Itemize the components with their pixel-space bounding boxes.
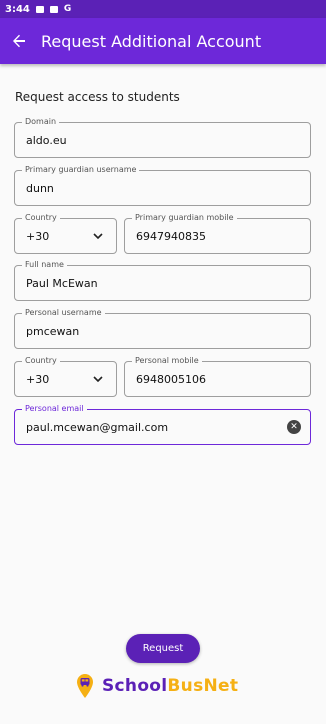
personal-mobile-label: Personal mobile: [132, 355, 202, 367]
guardian-mobile-value: 6947940835: [136, 230, 206, 243]
personal-email-label: Personal email: [22, 403, 87, 415]
guardian-username-value: dunn: [26, 182, 54, 195]
personal-username-value: pmcewan: [26, 325, 80, 338]
app-bar: Request Additional Account: [0, 18, 326, 64]
personal-mobile-value: 6948005106: [136, 373, 206, 386]
domain-field[interactable]: Domain aldo.eu: [14, 116, 311, 158]
guardian-mobile-field[interactable]: Primary guardian mobile 6947940835: [124, 212, 311, 254]
notification-icon-2: [49, 5, 58, 13]
guardian-username-label: Primary guardian username: [22, 164, 140, 176]
back-arrow-icon[interactable]: [0, 18, 38, 64]
full-name-label: Full name: [22, 259, 67, 271]
notification-icon: [35, 5, 44, 13]
domain-value: aldo.eu: [26, 134, 67, 147]
google-icon: G: [63, 4, 72, 14]
personal-country-label: Country: [22, 355, 60, 367]
clear-icon[interactable]: ✕: [287, 420, 301, 434]
schoolbusnet-logo: SchoolBusNet: [76, 673, 238, 699]
status-bar: 3:44 G: [0, 0, 326, 18]
guardian-country-label: Country: [22, 212, 60, 224]
full-name-value: Paul McEwan: [26, 277, 98, 290]
chevron-down-icon: [93, 233, 103, 240]
personal-country-select[interactable]: Country +30: [14, 355, 117, 397]
request-button[interactable]: Request: [126, 634, 200, 663]
section-title: Request access to students: [15, 90, 180, 104]
guardian-username-field[interactable]: Primary guardian username dunn: [14, 164, 311, 206]
page-title: Request Additional Account: [41, 31, 262, 51]
guardian-mobile-label: Primary guardian mobile: [132, 212, 237, 224]
status-time: 3:44: [5, 3, 30, 15]
personal-email-value: paul.mcewan@gmail.com: [26, 421, 169, 434]
guardian-country-select[interactable]: Country +30: [14, 212, 117, 254]
guardian-country-value: +30: [26, 230, 50, 243]
personal-country-value: +30: [26, 373, 50, 386]
logo-pin-icon: [77, 674, 93, 698]
full-name-field[interactable]: Full name Paul McEwan: [14, 259, 311, 301]
personal-username-label: Personal username: [22, 307, 105, 319]
personal-mobile-field[interactable]: Personal mobile 6948005106: [124, 355, 311, 397]
personal-username-field[interactable]: Personal username pmcewan: [14, 307, 311, 349]
logo-text: SchoolBusNet: [102, 676, 239, 696]
chevron-down-icon: [93, 376, 103, 383]
personal-email-field[interactable]: Personal email paul.mcewan@gmail.com ✕: [14, 403, 311, 445]
domain-label: Domain: [22, 116, 60, 128]
